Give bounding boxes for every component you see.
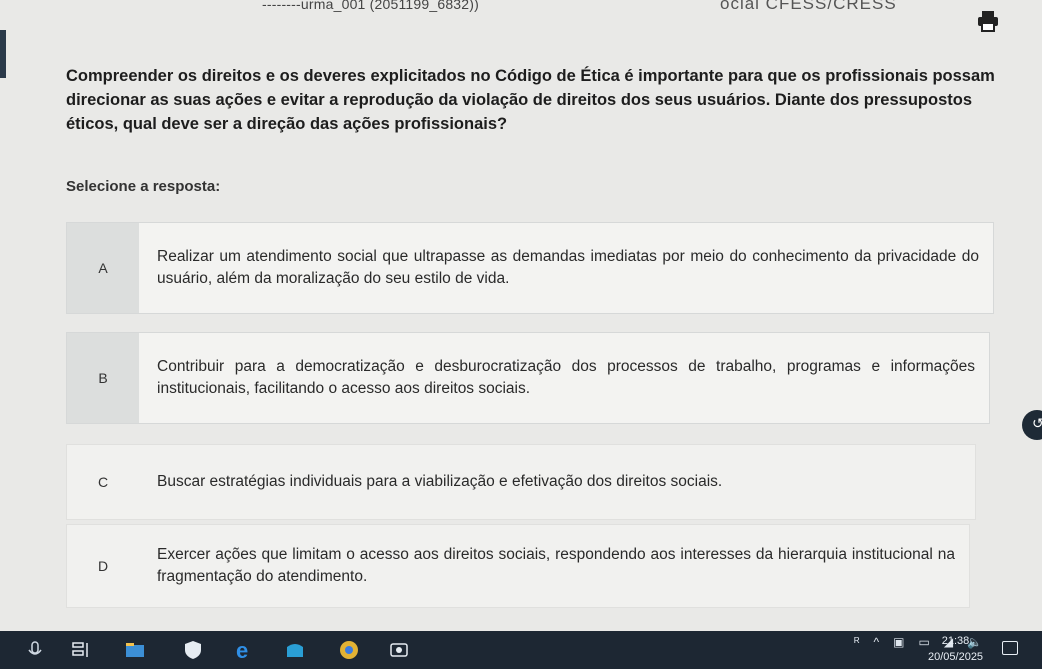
camera-app-icon[interactable] bbox=[388, 639, 410, 661]
option-letter: D bbox=[97, 558, 109, 574]
security-shield-icon[interactable] bbox=[182, 639, 204, 661]
microphone-icon[interactable] bbox=[24, 639, 46, 661]
option-text: Contribuir para a democratização e desbu… bbox=[157, 358, 975, 397]
option-letter: C bbox=[97, 474, 109, 490]
question-text: Compreender os direitos e os deveres exp… bbox=[66, 67, 995, 133]
clock-time: 21:38 bbox=[941, 635, 970, 647]
top-bar: ‑‑‑‑‑‑‑‑urma_001 (2051199_6832)) ocial C… bbox=[0, 0, 1042, 36]
option-letter: A bbox=[67, 223, 139, 313]
chevron-up-icon[interactable]: ^ bbox=[873, 635, 879, 649]
select-answer-label: Selecione a resposta: bbox=[66, 178, 221, 195]
svg-text:e: e bbox=[236, 639, 248, 661]
clock[interactable]: 21:38 20/05/2025 bbox=[928, 633, 983, 665]
file-explorer-icon[interactable] bbox=[124, 639, 146, 661]
notification-icon[interactable] bbox=[1002, 641, 1018, 655]
side-accent-bar bbox=[0, 30, 6, 78]
option-text: Buscar estratégias individuais para a vi… bbox=[157, 473, 723, 490]
answer-option-d[interactable]: D Exercer ações que limitam o acesso aos… bbox=[66, 524, 970, 608]
print-icon[interactable] bbox=[976, 10, 1000, 32]
edge-browser-icon[interactable]: e bbox=[234, 639, 256, 661]
answer-option-b[interactable]: B Contribuir para a democratização e des… bbox=[66, 332, 990, 424]
refresh-icon: ↺ bbox=[1032, 415, 1042, 431]
option-text: Exercer ações que limitam o acesso aos d… bbox=[157, 546, 955, 585]
course-code: ocial CFESS/CRESS bbox=[720, 0, 897, 13]
taskbar: e ᴿ ^ ▣ ▭ ◢ 🔈 21:38 20/05/2025 bbox=[0, 631, 1042, 669]
chrome-icon[interactable] bbox=[338, 639, 360, 661]
option-text: Realizar um atendimento social que ultra… bbox=[157, 248, 979, 287]
option-letter: B bbox=[67, 333, 139, 423]
people-icon[interactable]: ᴿ bbox=[854, 635, 859, 649]
clock-date: 20/05/2025 bbox=[928, 651, 984, 663]
course-title: ‑‑‑‑‑‑‑‑urma_001 (2051199_6832)) bbox=[262, 0, 480, 12]
tray-app-icon[interactable]: ▣ bbox=[893, 635, 904, 649]
store-icon[interactable] bbox=[284, 639, 306, 661]
task-view-icon[interactable] bbox=[70, 639, 92, 661]
answer-option-a[interactable]: A Realizar um atendimento social que ult… bbox=[66, 222, 994, 314]
side-widget-icon[interactable]: ↺ bbox=[1022, 410, 1042, 440]
answer-option-c[interactable]: C Buscar estratégias individuais para a … bbox=[66, 444, 976, 520]
